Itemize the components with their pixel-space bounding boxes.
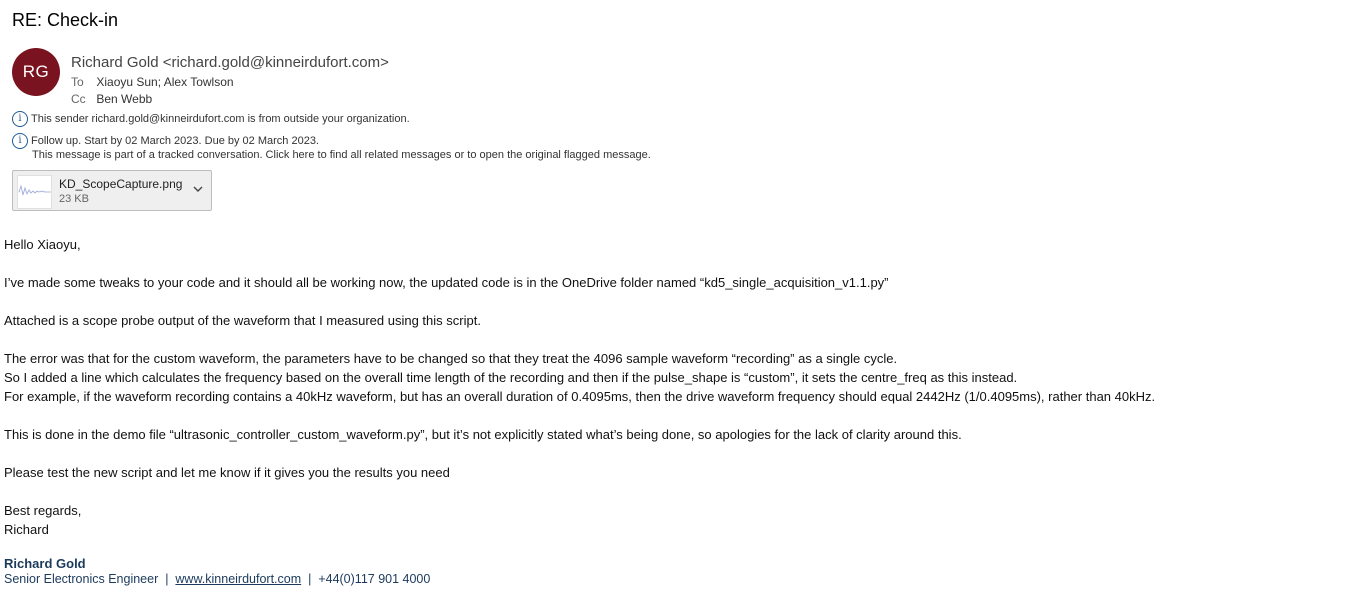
separator: | bbox=[165, 572, 169, 586]
tracked-conversation-link[interactable]: This message is part of a tracked conver… bbox=[32, 149, 651, 161]
signature-title: Senior Electronics Engineer bbox=[4, 572, 159, 586]
website-link[interactable]: www.kinneirdufort.com bbox=[175, 572, 301, 586]
signature-details: Senior Electronics Engineer | www.kinnei… bbox=[4, 572, 430, 586]
to-label: To bbox=[71, 75, 84, 89]
attachment-name: KD_ScopeCapture.png bbox=[59, 177, 183, 191]
avatar[interactable]: RG bbox=[12, 48, 60, 96]
chevron-down-icon[interactable] bbox=[191, 182, 205, 196]
paragraph-3-line-2: So I added a line which calculates the f… bbox=[4, 370, 1018, 385]
attachment-size: 23 KB bbox=[59, 193, 89, 205]
info-icon: i bbox=[12, 111, 28, 127]
paragraph-3-line-1: The error was that for the custom wavefo… bbox=[4, 351, 898, 366]
greeting: Hello Xiaoyu, bbox=[4, 237, 81, 252]
to-row: To Xiaoyu Sun; Alex Towlson bbox=[71, 75, 234, 89]
paragraph-5: Please test the new script and let me kn… bbox=[4, 465, 450, 480]
cc-label: Cc bbox=[71, 92, 86, 106]
message-body: Hello Xiaoyu, I’ve made some tweaks to y… bbox=[4, 235, 1155, 539]
email-subject: RE: Check-in bbox=[12, 10, 119, 30]
attachment-card[interactable]: KD_ScopeCapture.png 23 KB bbox=[12, 170, 212, 211]
info-icon: i bbox=[12, 133, 28, 149]
attachment-thumbnail bbox=[17, 175, 52, 209]
paragraph-2: Attached is a scope probe output of the … bbox=[4, 313, 481, 328]
closing: Best regards, bbox=[4, 503, 82, 518]
sender-name[interactable]: Richard Gold <richard.gold@kinneirdufort… bbox=[71, 54, 389, 71]
external-notice-text: This sender richard.gold@kinneirdufort.c… bbox=[31, 113, 410, 125]
follow-up-text: Follow up. Start by 02 March 2023. Due b… bbox=[31, 135, 319, 147]
paragraph-3-line-3: For example, if the waveform recording c… bbox=[4, 389, 1156, 404]
separator: | bbox=[308, 572, 312, 586]
paragraph-4: This is done in the demo file “ultrasoni… bbox=[4, 427, 962, 442]
follow-up-notice[interactable]: i Follow up. Start by 02 March 2023. Due … bbox=[12, 133, 319, 149]
closing-name: Richard bbox=[4, 522, 49, 537]
cc-recipients[interactable]: Ben Webb bbox=[96, 92, 152, 106]
paragraph-1: I’ve made some tweaks to your code and i… bbox=[4, 275, 889, 290]
signature-name: Richard Gold bbox=[4, 556, 86, 571]
signature-phone: +44(0)117 901 4000 bbox=[318, 572, 431, 586]
external-sender-notice: i This sender richard.gold@kinneirdufort.… bbox=[12, 111, 410, 127]
cc-row: Cc Ben Webb bbox=[71, 92, 152, 106]
to-recipients[interactable]: Xiaoyu Sun; Alex Towlson bbox=[96, 75, 233, 89]
